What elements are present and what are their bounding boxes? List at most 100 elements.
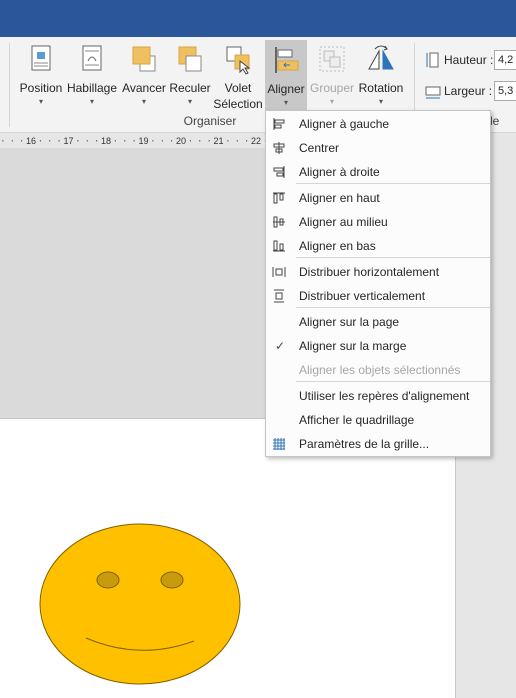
menu-item-label: Centrer	[299, 141, 340, 155]
position-label: Position	[19, 81, 63, 95]
position-button[interactable]: Position ▾	[16, 39, 66, 123]
checkmark-icon: ✓	[275, 339, 286, 353]
ruler-tick	[227, 140, 229, 142]
smiley-right-eye	[160, 571, 184, 589]
menu-separator	[296, 183, 490, 184]
distribute-vertical-icon	[274, 289, 284, 303]
ruler-tick	[58, 140, 60, 142]
position-icon	[31, 45, 51, 71]
menu-item[interactable]: Utiliser les repères d'alignement	[266, 384, 490, 408]
ruler-tick	[133, 140, 135, 142]
menu-item[interactable]: Distribuer verticalement	[266, 284, 490, 308]
chevron-down-icon: ▾	[38, 97, 43, 106]
selection-label: Sélection	[213, 97, 263, 111]
menu-separator	[296, 257, 490, 258]
menu-item[interactable]: Afficher le quadrillage	[266, 408, 490, 432]
menu-separator	[296, 307, 490, 308]
menu-item[interactable]: Aligner en bas	[266, 234, 490, 258]
menu-item-label: Distribuer verticalement	[299, 289, 426, 303]
menu-item[interactable]: Aligner à droite	[266, 160, 490, 184]
menu-item-label: Distribuer horizontalement	[299, 265, 440, 279]
menu-item[interactable]: Aligner à gauche	[266, 112, 490, 136]
chevron-down-icon: ▾	[378, 97, 383, 106]
shape-width-icon	[425, 86, 441, 99]
menu-item[interactable]: Paramètres de la grille...	[266, 432, 490, 456]
document-page[interactable]	[0, 418, 455, 698]
volet-label: Volet	[224, 81, 252, 95]
height-row: Hauteur : 4,2	[424, 49, 516, 71]
align-bottom-icon	[273, 240, 285, 252]
height-input[interactable]: 4,2	[494, 50, 516, 70]
menu-item-label: Utiliser les repères d'alignement	[299, 389, 470, 403]
aligner-label: Aligner	[267, 82, 305, 96]
distribute-horizontal-icon	[272, 267, 286, 277]
menu-separator	[296, 381, 490, 382]
height-label: Hauteur :	[444, 53, 494, 67]
menu-item[interactable]: Centrer	[266, 136, 490, 160]
chevron-down-icon: ▾	[89, 97, 94, 106]
aligner-button[interactable]: Aligner ▾	[265, 40, 307, 110]
rotation-label: Rotation	[358, 81, 404, 95]
menu-item-label: Afficher le quadrillage	[299, 413, 415, 427]
menu-item-label: Aligner au milieu	[299, 215, 388, 229]
menu-item-label: Aligner les objets sélectionnés	[299, 363, 461, 377]
smiley-face[interactable]	[39, 523, 241, 685]
ruler-label: 19	[138, 136, 148, 146]
ruler-label: 21	[213, 136, 223, 146]
ruler-tick	[21, 140, 23, 142]
chevron-down-icon: ▾	[329, 97, 334, 106]
avancer-label: Avancer	[122, 81, 166, 95]
ruler-tick	[236, 140, 238, 142]
menu-item[interactable]: Aligner au milieu	[266, 210, 490, 234]
bring-forward-icon	[132, 46, 156, 72]
habillage-button[interactable]: Habillage ▾	[66, 39, 118, 123]
align-middle-icon	[273, 216, 285, 228]
menu-item[interactable]: Aligner sur la page	[266, 310, 490, 334]
chevron-down-icon: ▾	[283, 98, 288, 107]
menu-item-label: Aligner en bas	[299, 239, 376, 253]
width-row: Largeur : 5,3	[424, 80, 516, 102]
rotate-icon	[368, 45, 394, 70]
menu-item[interactable]: Distribuer horizontalement	[266, 260, 490, 284]
align-left-icon	[273, 118, 285, 130]
align-right-icon	[273, 166, 285, 178]
ruler-tick	[161, 140, 163, 142]
ruler-label: 22	[251, 136, 261, 146]
ruler-tick	[124, 140, 126, 142]
ruler-tick	[114, 140, 116, 142]
ruler-tick	[86, 140, 88, 142]
chevron-down-icon: ▾	[141, 97, 146, 106]
avancer-button[interactable]: Avancer ▾	[120, 39, 168, 123]
reculer-button[interactable]: Reculer ▾	[168, 39, 212, 123]
ruler-tick	[199, 140, 201, 142]
align-icon	[275, 47, 299, 73]
chevron-down-icon: ▾	[187, 97, 192, 106]
selection-pane-button[interactable]: Volet Sélection	[212, 39, 264, 123]
ruler-tick	[208, 140, 210, 142]
menu-item-label: Aligner sur la page	[299, 315, 400, 329]
title-bar	[0, 0, 516, 37]
send-backward-icon	[178, 46, 202, 72]
ruler-tick	[77, 140, 79, 142]
menu-item[interactable]: ✓ Aligner sur la marge	[266, 334, 490, 358]
ruler-tick	[2, 140, 4, 142]
group-icon	[319, 46, 345, 72]
ruler-tick	[39, 140, 41, 142]
width-input[interactable]: 5,3	[494, 81, 516, 101]
menu-item[interactable]: Aligner en haut	[266, 186, 490, 210]
habillage-label: Habillage	[66, 81, 118, 95]
grouper-label: Grouper	[309, 81, 355, 95]
ruler-tick	[246, 140, 248, 142]
width-label: Largeur :	[444, 84, 493, 98]
menu-item-label: Aligner sur la marge	[299, 339, 407, 353]
ruler-tick	[171, 140, 173, 142]
ruler-tick	[189, 140, 191, 142]
reculer-label: Reculer	[169, 81, 211, 95]
align-center-icon	[273, 142, 285, 154]
smiley-left-eye	[96, 571, 120, 589]
ruler-label: 18	[101, 136, 111, 146]
smiley-shape[interactable]	[0, 419, 455, 698]
menu-item-label: Paramètres de la grille...	[299, 437, 430, 451]
ruler-label: 20	[176, 136, 186, 146]
selection-pane-icon	[226, 46, 251, 75]
